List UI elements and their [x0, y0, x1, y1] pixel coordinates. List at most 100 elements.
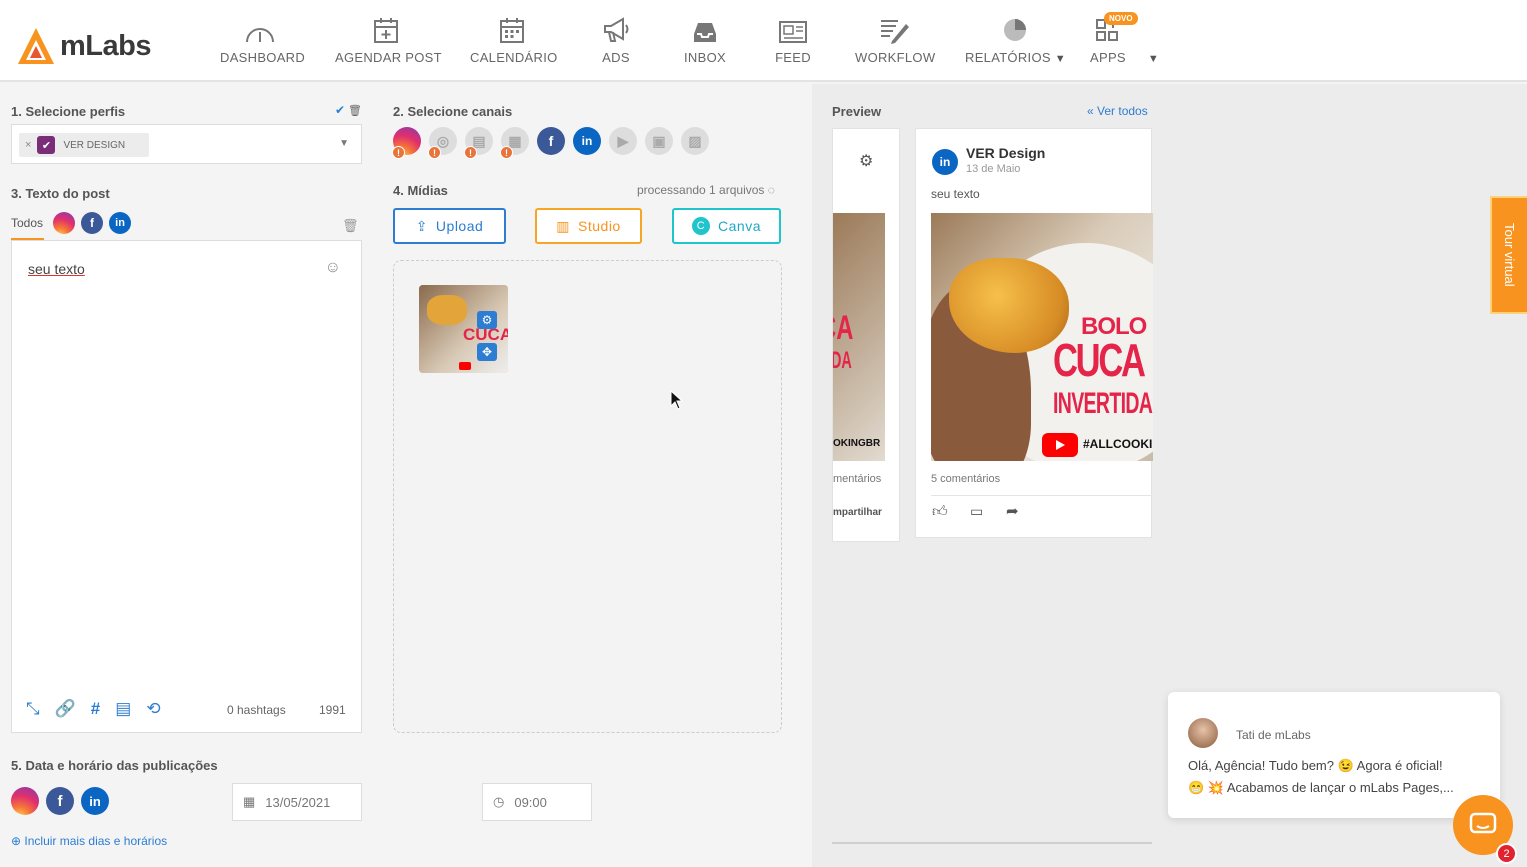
hashtag-count: 0 hashtags: [227, 703, 286, 717]
preview-page-name: VER Design: [966, 145, 1046, 161]
channel-image-icon[interactable]: ▨: [681, 127, 709, 155]
youtube-icon: [459, 362, 471, 370]
side-comments: mentários: [833, 473, 882, 485]
channel-facebook-icon[interactable]: f: [537, 127, 565, 155]
nav-workflow[interactable]: WORKFLOW: [855, 12, 936, 72]
preview-scrollbar[interactable]: [832, 842, 1152, 844]
upload-button[interactable]: ⇪ Upload: [393, 208, 506, 244]
studio-button[interactable]: ▥ Studio: [535, 208, 642, 244]
nav-label: RELATÓRIOS ▼: [965, 50, 1066, 65]
clear-text-icon[interactable]: 🗑: [342, 218, 359, 234]
date-input[interactable]: ▦ 13/05/2021: [232, 783, 362, 821]
caret-down-icon: ▼: [1147, 53, 1159, 65]
repeat-icon[interactable]: ⟲: [146, 699, 160, 719]
chat-bubble-icon: [1469, 812, 1497, 834]
time-input[interactable]: ◷ 09:00: [482, 783, 592, 821]
hashtag-icon[interactable]: #: [91, 699, 100, 719]
pie-chart-icon: [1004, 19, 1026, 41]
mlabs-logo[interactable]: mLabs: [16, 26, 151, 66]
agent-name: Tati de mLabs: [1236, 728, 1311, 742]
time-value: 09:00: [514, 794, 547, 810]
nav-dashboard[interactable]: DASHBOARD: [220, 12, 306, 72]
preview-image: BOLO CUCA INVERTIDA #ALLCOOKING: [931, 213, 1153, 461]
plus-circle-icon: ⊕: [11, 834, 22, 848]
like-icon[interactable]: 👍︎: [932, 503, 948, 521]
select-all-icon[interactable]: ✔: [335, 103, 345, 117]
shrink-icon[interactable]: ⤡: [26, 699, 40, 719]
remove-chip-icon[interactable]: ×: [25, 139, 31, 151]
linkedin-icon[interactable]: in: [109, 212, 132, 234]
media-thumbnail[interactable]: CUCA ⚙ ✥: [419, 285, 508, 373]
nav-calendario[interactable]: CALENDÁRIO: [470, 12, 557, 72]
channel-instagram-stories-icon[interactable]: ◎!: [428, 127, 457, 159]
chat-line-2: 😁 💥 Acabamos de lançar o mLabs Pages,...: [1188, 780, 1454, 795]
media-title: 4. Mídias: [393, 183, 448, 198]
nav-feed[interactable]: FEED: [773, 12, 813, 72]
nav-relatorios[interactable]: RELATÓRIOS ▼: [965, 12, 1066, 72]
image-hashtag: #ALLCOOKING: [1083, 437, 1153, 451]
channel-youtube-icon[interactable]: ▶: [609, 127, 637, 155]
upload-icon: ⇪: [415, 217, 428, 234]
comment-icon[interactable]: ▭: [970, 503, 983, 520]
preview-card-previous[interactable]: ⚙ CA IDA OKINGBR mentários mpartilhar: [832, 128, 900, 542]
char-count: 1991: [319, 703, 346, 717]
channel-google-business-icon[interactable]: ▤!: [464, 127, 493, 159]
tour-label: Tour virtual: [1502, 223, 1517, 287]
see-all-link[interactable]: « Ver todos: [1087, 104, 1148, 118]
trash-icon[interactable]: 🗑: [348, 104, 362, 117]
chat-message-card[interactable]: Tati de mLabs Olá, Agência! Tudo bem? 😉 …: [1168, 692, 1500, 818]
agent-first-name: Tati: [1236, 728, 1255, 742]
chat-line-1: Olá, Agência! Tudo bem? 😉 Agora é oficia…: [1188, 758, 1443, 773]
canva-button[interactable]: C Canva: [672, 208, 781, 244]
tab-todos[interactable]: Todos: [11, 216, 43, 230]
move-icon[interactable]: ✥: [477, 343, 497, 361]
upload-label: Upload: [435, 218, 484, 234]
post-text-editor[interactable]: seu texto ☺ ⤡ 🔗 # ▤ ⟲ 0 hashtags 1991: [11, 240, 362, 733]
facebook-icon[interactable]: f: [81, 212, 104, 234]
channel-pinterest-icon[interactable]: ▦!: [500, 127, 529, 159]
mouse-cursor-icon: [670, 390, 684, 410]
preview-text: seu texto: [931, 187, 980, 201]
nav-label: DASHBOARD: [220, 50, 306, 65]
instagram-icon[interactable]: [53, 212, 76, 234]
image-title-2: CUCA: [1053, 334, 1146, 386]
mlabs-logo-icon: [18, 28, 54, 64]
nav-inbox[interactable]: INBOX: [683, 12, 727, 72]
studio-icon: ▥: [556, 217, 571, 234]
add-more-dates-link[interactable]: ⊕ Incluir mais dias e horários: [11, 834, 167, 848]
nav-label: ADS: [602, 50, 630, 65]
add-more-label: Incluir mais dias e horários: [24, 834, 168, 848]
spinner-icon: ◌: [767, 183, 775, 197]
see-all-label: Ver todos: [1097, 104, 1148, 118]
share-icon[interactable]: ➦: [1006, 502, 1019, 520]
media-drop-area[interactable]: CUCA ⚙ ✥: [393, 260, 782, 733]
channel-linkedin-icon[interactable]: in: [573, 127, 601, 155]
gear-icon[interactable]: ⚙: [859, 151, 873, 171]
linkedin-icon: in: [81, 787, 109, 815]
brand-name: mLabs: [60, 29, 151, 62]
preview-date: 13 de Maio: [966, 163, 1021, 175]
tour-virtual-button[interactable]: Tour virtual: [1490, 196, 1527, 314]
schedule-networks: f in: [11, 787, 109, 815]
profile-select[interactable]: × ✔ VER DESIGN ▼: [11, 124, 362, 164]
workflow-icon: [881, 20, 909, 44]
post-text-content[interactable]: seu texto: [28, 261, 85, 277]
channel-tiktok-icon[interactable]: ▣: [645, 127, 673, 155]
gear-icon[interactable]: ⚙: [477, 311, 497, 329]
nav-label: FEED: [775, 50, 811, 65]
document-icon[interactable]: ▤: [115, 699, 131, 719]
warning-icon: !: [428, 146, 441, 159]
nav-ads[interactable]: ADS: [596, 12, 636, 72]
chevron-down-icon[interactable]: ▼: [339, 138, 349, 149]
emoji-icon[interactable]: ☺: [325, 259, 341, 277]
channel-instagram-icon[interactable]: !: [392, 127, 421, 159]
side-text-2: IDA: [833, 347, 852, 374]
nav-agendar-post[interactable]: AGENDAR POST: [335, 12, 442, 72]
text-tabs: Todos f in: [11, 212, 132, 234]
link-icon[interactable]: 🔗: [55, 699, 76, 719]
nav-label: WORKFLOW: [855, 50, 936, 65]
date-value: 13/05/2021: [265, 794, 331, 810]
nav-label: AGENDAR POST: [335, 50, 442, 65]
side-share: mpartilhar: [833, 507, 882, 518]
divider: [931, 495, 1153, 496]
